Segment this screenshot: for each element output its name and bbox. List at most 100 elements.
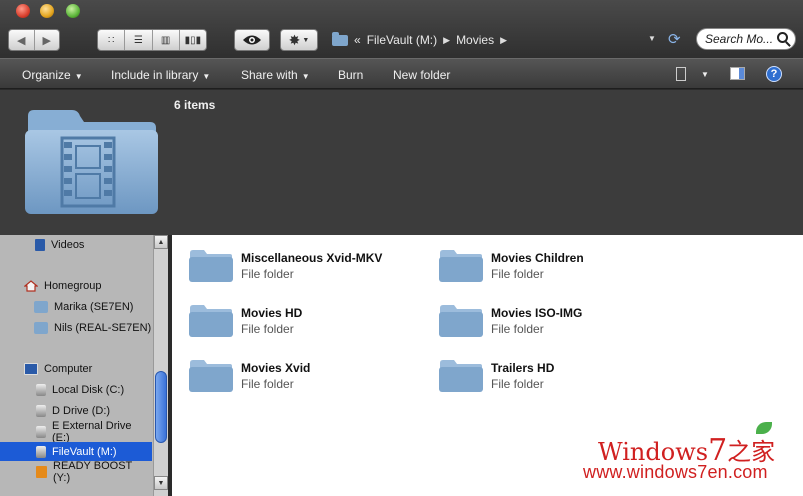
computer-icon xyxy=(24,362,38,375)
ready-boost-icon xyxy=(36,465,47,478)
folder-icon xyxy=(34,321,48,334)
sidebar-item-nils[interactable]: Nils (REAL-SE7EN) xyxy=(0,318,152,337)
folder-icon xyxy=(189,360,233,392)
folder-name: Movies Children xyxy=(491,251,584,265)
quick-look-button[interactable] xyxy=(234,29,270,51)
refresh-icon[interactable]: ⟳ xyxy=(668,30,681,48)
burn-button[interactable]: Burn xyxy=(338,68,363,82)
change-view-icon[interactable] xyxy=(676,67,686,81)
sidebar-item-label: FileVault (M:) xyxy=(52,445,117,458)
sidebar-item-homegroup[interactable]: Homegroup xyxy=(0,276,152,295)
forward-button[interactable]: ▶ xyxy=(33,30,60,50)
sidebar-item-label: D Drive (D:) xyxy=(52,404,111,417)
action-menu-button[interactable]: ✸ ▼ xyxy=(280,29,318,51)
address-history-dropdown[interactable]: ▼ xyxy=(648,34,656,43)
folder-item[interactable]: Trailers HD File folder xyxy=(422,345,662,392)
help-button[interactable]: ? xyxy=(766,66,782,82)
watermark: Windows7之家 www.windows7en.com xyxy=(580,420,800,490)
coverflow-view-button[interactable]: ▮▯▮ xyxy=(178,30,206,50)
sidebar-item-e-drive[interactable]: E External Drive (E:) xyxy=(0,420,152,444)
sidebar-item-label: Videos xyxy=(51,238,85,251)
folder-name: Movies Xvid xyxy=(241,361,311,375)
folder-item[interactable]: Movies ISO-IMG File folder xyxy=(422,290,662,337)
columns-icon: ▥ xyxy=(160,34,171,46)
chevron-down-icon: ▼ xyxy=(301,72,310,81)
zoom-window-button[interactable] xyxy=(66,4,80,18)
sidebar-item-local-disk[interactable]: Local Disk (C:) xyxy=(0,380,152,399)
coverflow-icon: ▮▯▮ xyxy=(184,34,202,46)
folder-item[interactable]: Miscellaneous Xvid-MKV File folder xyxy=(172,235,412,282)
drive-icon xyxy=(36,425,46,438)
organize-label: Organize xyxy=(22,68,71,82)
folder-name: Movies ISO-IMG xyxy=(491,306,583,320)
items-count: 6 items xyxy=(174,98,216,112)
breadcrumb-item-movies[interactable]: Movies xyxy=(456,33,494,47)
back-button[interactable]: ◀ xyxy=(9,30,34,50)
breadcrumb-item-filevault[interactable]: FileVault (M:) xyxy=(367,33,437,47)
arrow-left-icon: ◀ xyxy=(17,34,26,47)
folder-type: File folder xyxy=(241,322,294,336)
scroll-up-button[interactable]: ▲ xyxy=(154,235,168,249)
folder-item[interactable]: Movies Children File folder xyxy=(422,235,662,282)
chevron-down-icon: ▼ xyxy=(74,72,83,81)
include-in-library-label: Include in library xyxy=(111,68,199,82)
folder-header: 6 items xyxy=(0,90,803,235)
search-icon xyxy=(777,32,788,43)
navigation-pane: Videos Homegroup Marika (SE7EN) Nils (RE… xyxy=(0,235,168,496)
sidebar-item-label: Computer xyxy=(44,362,93,375)
sidebar-item-label: Marika (SE7EN) xyxy=(54,300,134,313)
share-with-button[interactable]: Share with ▼ xyxy=(241,68,310,82)
folder-item[interactable]: Movies HD File folder xyxy=(172,290,412,337)
gear-icon: ✸ xyxy=(288,31,301,48)
folder-icon xyxy=(189,305,233,337)
close-window-button[interactable] xyxy=(16,4,30,18)
drive-icon xyxy=(36,445,46,458)
breadcrumb: « FileVault (M:) ▶ Movies ▶ xyxy=(332,31,507,49)
list-view-button[interactable]: ☰ xyxy=(124,30,151,50)
chevron-right-icon[interactable]: ▶ xyxy=(443,35,450,46)
organize-button[interactable]: Organize ▼ xyxy=(22,68,83,82)
watermark-url: www.windows7en.com xyxy=(583,462,768,482)
sidebar-item-label: Nils (REAL-SE7EN) xyxy=(54,321,152,334)
sidebar-item-d-drive[interactable]: D Drive (D:) xyxy=(0,401,152,420)
sidebar-item-label: Homegroup xyxy=(44,279,102,292)
sidebar-item-filevault[interactable]: FileVault (M:) xyxy=(0,442,152,461)
more-options-chevron-icon[interactable]: ▼ xyxy=(701,70,709,79)
folder-icon xyxy=(34,300,48,313)
sidebar-item-marika[interactable]: Marika (SE7EN) xyxy=(0,297,152,316)
minimize-window-button[interactable] xyxy=(40,4,54,18)
folder-icon xyxy=(439,305,483,337)
folder-item[interactable]: Movies Xvid File folder xyxy=(172,345,412,392)
sidebar-scrollbar[interactable]: ▲ ▼ xyxy=(153,235,168,496)
folder-icon xyxy=(439,360,483,392)
list-icon: ☰ xyxy=(133,34,143,46)
preview-pane-icon[interactable] xyxy=(730,67,745,80)
icon-view-button[interactable]: ∷ xyxy=(98,30,124,50)
grid-icon: ∷ xyxy=(107,34,115,46)
column-view-button[interactable]: ▥ xyxy=(151,30,179,50)
search-input[interactable]: Search Mo... xyxy=(696,28,796,50)
folder-type: File folder xyxy=(241,377,294,391)
search-placeholder: Search Mo... xyxy=(705,32,774,46)
view-mode-group: ∷ ☰ ▥ ▮▯▮ xyxy=(97,29,207,51)
folder-type: File folder xyxy=(491,377,544,391)
movies-folder-icon xyxy=(25,110,158,214)
folder-type: File folder xyxy=(491,322,544,336)
folder-name: Miscellaneous Xvid-MKV xyxy=(241,251,383,265)
sidebar-item-computer[interactable]: Computer xyxy=(0,359,152,378)
sidebar-item-ready-boost[interactable]: READY BOOST (Y:) xyxy=(0,460,152,484)
folder-name: Trailers HD xyxy=(491,361,555,375)
chevron-down-icon: ▼ xyxy=(202,72,211,81)
sidebar-item-videos[interactable]: Videos xyxy=(0,235,152,254)
drive-icon xyxy=(36,383,46,396)
scroll-thumb[interactable] xyxy=(155,371,167,443)
home-icon xyxy=(23,279,39,292)
command-bar: Organize ▼ Include in library ▼ Share with… xyxy=(0,58,803,89)
include-in-library-button[interactable]: Include in library ▼ xyxy=(111,68,210,82)
breadcrumb-overflow[interactable]: « xyxy=(354,33,361,47)
chevron-right-icon[interactable]: ▶ xyxy=(500,35,507,46)
sidebar-item-label: Local Disk (C:) xyxy=(52,383,125,396)
scroll-down-button[interactable]: ▼ xyxy=(154,476,168,490)
new-folder-button[interactable]: New folder xyxy=(393,68,450,82)
folder-type: File folder xyxy=(241,267,294,281)
